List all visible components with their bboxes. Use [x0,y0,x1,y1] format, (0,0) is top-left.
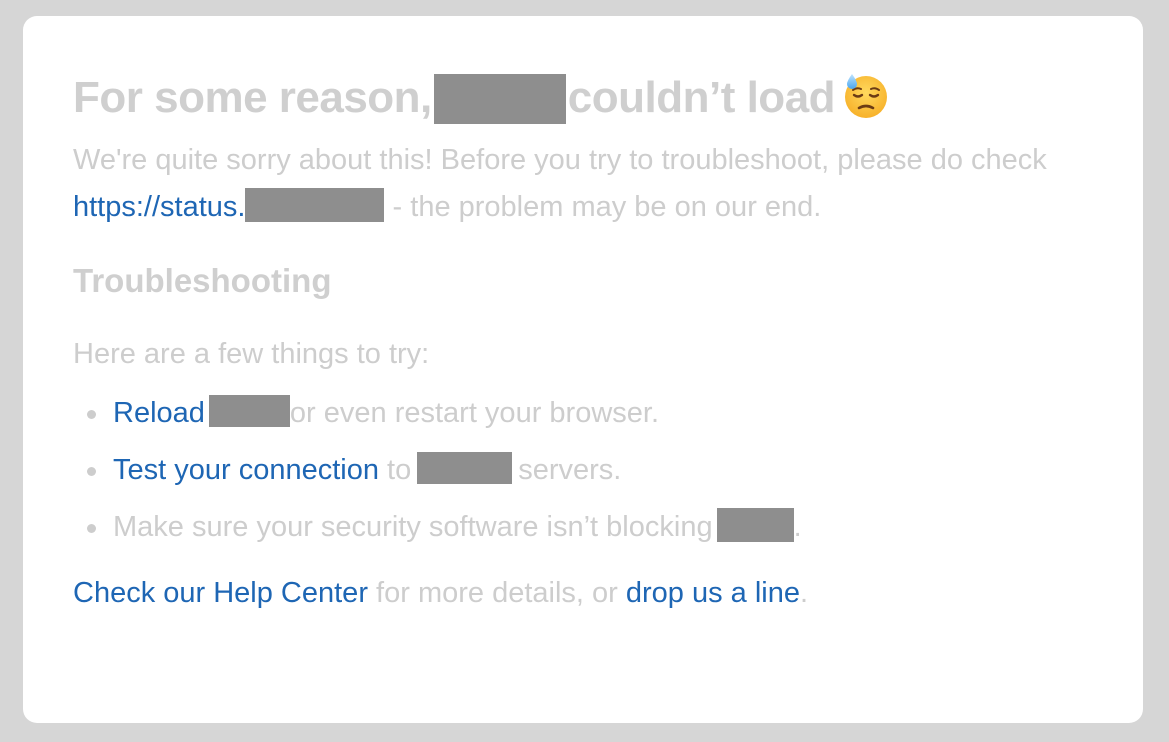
tip-text: . [793,511,802,543]
downcast-face-with-sweat-icon [843,73,889,119]
help-footer: Check our Help Center for more details, … [73,575,1093,611]
title-prefix: For some reason, [73,73,432,122]
status-page-link[interactable]: https://status. [73,188,385,223]
error-card: For some reason, couldn’t load We're qui… [23,16,1143,723]
test-connection-link[interactable]: Test your connection [113,454,379,486]
redacted-app-name [208,395,290,427]
title-suffix: couldn’t load [567,73,836,122]
troubleshooting-heading: Troubleshooting [73,262,332,299]
troubleshooting-intro: Here are a few things to try: [73,338,430,370]
bullet-icon [87,524,96,533]
list-item: Reload or even restart your browser. [85,385,1093,442]
footer-text: for more details, or [376,577,618,609]
list-item: Make sure your security software isn’t b… [85,499,1093,556]
tip-text: to [387,454,412,486]
error-title: For some reason, couldn’t load [73,72,1093,124]
redacted-app-name [417,452,513,484]
page-background: For some reason, couldn’t load We're qui… [0,0,1169,742]
list-item: Test your connection to servers. [85,442,1093,499]
bullet-icon [87,467,96,476]
redacted-status-domain [245,188,385,222]
status-link-text: https://status. [73,191,246,223]
tip-text: servers. [518,454,622,486]
contact-link[interactable]: drop us a line [626,577,800,609]
apology-text: We're quite sorry about this! Before you… [73,144,1047,176]
apology-paragraph: We're quite sorry about this! Before you… [73,137,1083,231]
tip-text: Make sure your security software isn’t b… [113,511,713,543]
help-center-link[interactable]: Check our Help Center [73,577,368,609]
tips-list: Reload or even restart your browser. Test… [73,385,1093,556]
footer-end: . [800,577,809,609]
redacted-app-name [716,508,794,542]
bullet-icon [87,410,96,419]
reload-link[interactable]: Reload [113,397,205,429]
redacted-app-name [433,74,566,124]
tip-text: or even restart your browser. [289,397,660,429]
apology-suffix: - the problem may be on our end. [392,191,822,223]
